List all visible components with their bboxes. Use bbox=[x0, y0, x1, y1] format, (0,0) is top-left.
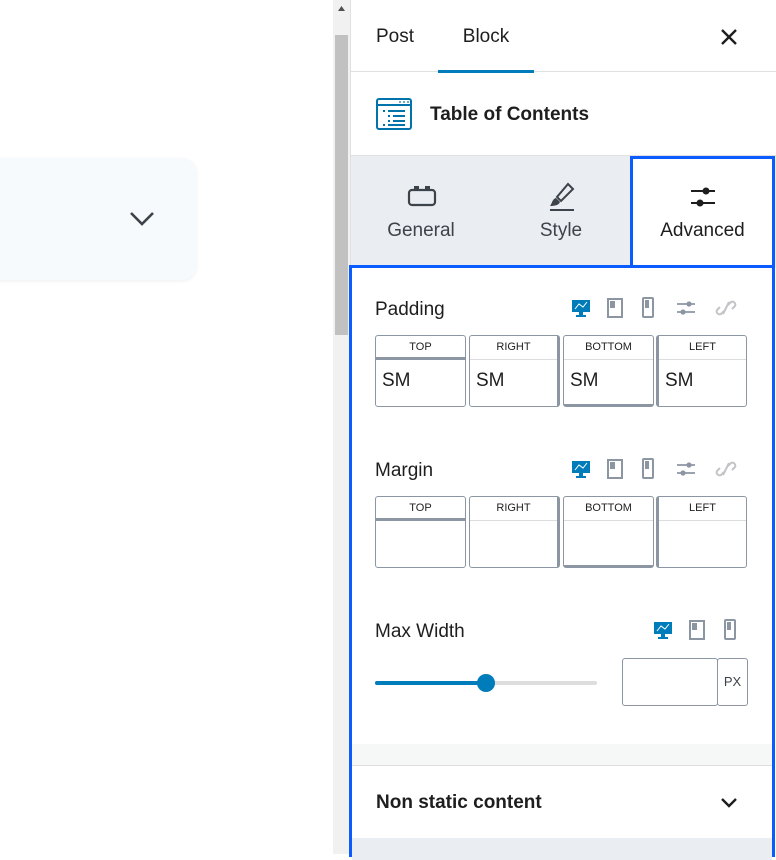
padding-right-value: SM bbox=[476, 370, 505, 391]
margin-device-switcher bbox=[570, 458, 740, 482]
desktop-icon[interactable] bbox=[652, 619, 674, 641]
padding-top-caption: TOP bbox=[376, 336, 465, 360]
chevron-down-icon[interactable] bbox=[719, 792, 739, 812]
non-static-content-panel-toggle[interactable]: Non static content bbox=[352, 765, 772, 837]
max-width-slider[interactable] bbox=[375, 673, 597, 693]
tab-post[interactable]: Post bbox=[376, 0, 414, 72]
editor-canvas bbox=[0, 0, 333, 854]
tab-general[interactable]: General bbox=[351, 156, 491, 268]
tab-style-label: Style bbox=[539, 220, 583, 241]
margin-label: Margin bbox=[375, 460, 434, 481]
scroll-up-arrow-icon[interactable] bbox=[333, 0, 350, 17]
scrollbar-thumb[interactable] bbox=[335, 35, 348, 335]
padding-box-control: TOP SM RIGHT SM BOTTOM SM LEFT SM bbox=[375, 335, 747, 407]
max-width-input[interactable] bbox=[622, 658, 718, 706]
max-width-label: Max Width bbox=[375, 621, 465, 642]
padding-left-value: SM bbox=[665, 370, 694, 391]
padding-right-caption: RIGHT bbox=[470, 336, 557, 360]
block-panel-tabs: General Style Advanced bbox=[351, 156, 776, 268]
toolbox-icon bbox=[407, 186, 437, 207]
sliders-icon bbox=[691, 187, 715, 207]
padding-bottom-caption: BOTTOM bbox=[564, 336, 653, 360]
margin-right-field[interactable]: RIGHT bbox=[469, 496, 560, 568]
section-gap bbox=[352, 744, 772, 766]
tablet-icon[interactable] bbox=[604, 297, 626, 319]
margin-top-field[interactable]: TOP bbox=[375, 496, 466, 568]
tablet-icon[interactable] bbox=[604, 458, 626, 480]
margin-bottom-field[interactable]: BOTTOM bbox=[563, 496, 654, 568]
padding-right-field[interactable]: RIGHT SM bbox=[469, 335, 560, 407]
tablet-icon[interactable] bbox=[686, 619, 708, 641]
tab-block[interactable]: Block bbox=[438, 0, 534, 73]
collapsed-block-card[interactable] bbox=[0, 158, 196, 280]
non-static-content-title: Non static content bbox=[376, 792, 542, 813]
sidebar-tabs: Post Block bbox=[351, 0, 776, 73]
settings-sidebar: Post Block Table of Contents General Sty… bbox=[349, 0, 776, 860]
advanced-panel: Padding TOP SM RIGHT SM BOTTOM SM LEFT S… bbox=[349, 265, 775, 860]
margin-top-caption: TOP bbox=[376, 497, 465, 521]
unlink-icon[interactable] bbox=[715, 458, 737, 480]
margin-right-caption: RIGHT bbox=[470, 497, 557, 521]
max-width-device-switcher bbox=[652, 619, 742, 643]
close-icon[interactable] bbox=[716, 24, 742, 50]
panel-footer bbox=[352, 838, 772, 860]
block-card: Table of Contents bbox=[351, 72, 776, 156]
tab-advanced-label: Advanced bbox=[660, 220, 745, 241]
padding-top-value: SM bbox=[382, 370, 411, 391]
margin-left-caption: LEFT bbox=[659, 497, 746, 521]
margin-bottom-caption: BOTTOM bbox=[564, 497, 653, 521]
unit-selector[interactable]: PX bbox=[717, 658, 748, 706]
adjust-sliders-icon[interactable] bbox=[675, 297, 697, 319]
tab-style[interactable]: Style bbox=[491, 156, 631, 268]
block-title: Table of Contents bbox=[430, 104, 590, 125]
unlink-icon[interactable] bbox=[715, 297, 737, 319]
margin-left-field[interactable]: LEFT bbox=[656, 496, 747, 568]
padding-top-field[interactable]: TOP SM bbox=[375, 335, 466, 407]
padding-bottom-field[interactable]: BOTTOM SM bbox=[563, 335, 654, 407]
padding-left-field[interactable]: LEFT SM bbox=[656, 335, 747, 407]
padding-left-caption: LEFT bbox=[659, 336, 746, 360]
padding-label: Padding bbox=[375, 299, 445, 320]
mobile-icon[interactable] bbox=[637, 458, 659, 480]
adjust-sliders-icon[interactable] bbox=[675, 458, 697, 480]
paintbrush-icon bbox=[550, 182, 575, 211]
canvas-scrollbar[interactable] bbox=[333, 0, 350, 854]
margin-box-control: TOP RIGHT BOTTOM LEFT bbox=[375, 496, 747, 568]
slider-fill bbox=[375, 681, 486, 685]
desktop-icon[interactable] bbox=[570, 297, 592, 319]
padding-bottom-value: SM bbox=[570, 370, 599, 391]
padding-device-switcher bbox=[570, 297, 740, 321]
table-of-contents-icon bbox=[376, 98, 412, 130]
mobile-icon[interactable] bbox=[719, 619, 741, 641]
chevron-down-icon[interactable] bbox=[127, 204, 157, 234]
mobile-icon[interactable] bbox=[637, 297, 659, 319]
desktop-icon[interactable] bbox=[570, 458, 592, 480]
tab-general-label: General bbox=[387, 220, 455, 241]
slider-handle[interactable] bbox=[477, 674, 495, 692]
tab-advanced[interactable]: Advanced bbox=[630, 156, 775, 268]
